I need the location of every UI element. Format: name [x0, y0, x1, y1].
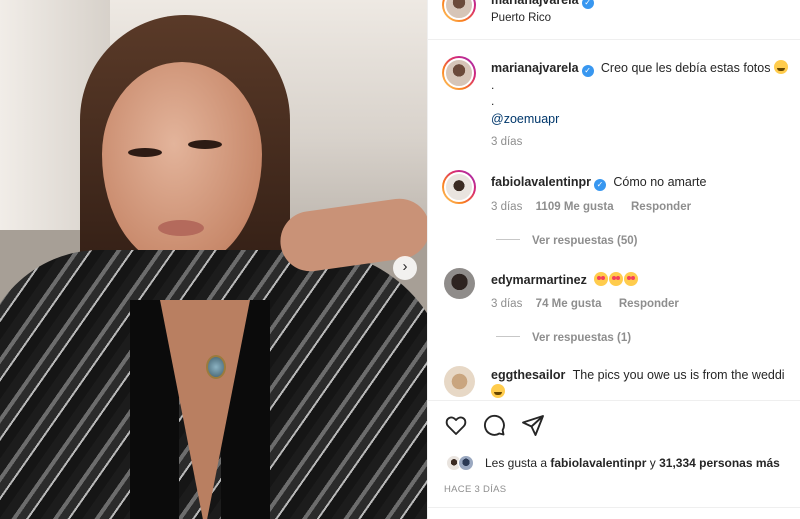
post-header: marianajvarela ✓ Puerto Rico [428, 0, 800, 40]
comment-line: fabiolavalentinpr ✓ Cómo no amarte [491, 175, 706, 191]
laughing-emoji-icon [491, 384, 506, 399]
verified-badge-icon: ✓ [594, 179, 607, 191]
reply-button[interactable]: Responder [631, 201, 691, 213]
posted-time[interactable]: HACE 3 DÍAS [444, 484, 506, 495]
likes-middle: y [649, 456, 656, 470]
likes-user[interactable]: fabiolavalentinpr [550, 456, 646, 470]
heart-eyes-emoji-icons [594, 272, 639, 287]
view-replies[interactable]: Ver respuestas (1) [496, 330, 631, 344]
photo-eye [188, 140, 222, 149]
caption-mention[interactable]: @zoemuapr [491, 112, 559, 126]
heart-eyes-emoji-icon [594, 272, 609, 286]
comment-username[interactable]: fabiolavalentinpr [491, 175, 591, 189]
caption-username[interactable]: marianajvarela [491, 61, 579, 75]
comment-line: eggthesailor The pics you owe us is from… [491, 368, 800, 382]
comment-meta: 3 días 1109 Me gusta Responder [491, 199, 691, 213]
comment-time[interactable]: 3 días [491, 298, 522, 310]
comment-avatar[interactable] [444, 268, 475, 299]
caption-text: Creo que les debía estas fotos [600, 61, 771, 75]
comment-avatar[interactable] [444, 366, 475, 397]
caption-dot: . [491, 94, 495, 108]
post-photo[interactable]: › [0, 0, 427, 519]
heart-eyes-emoji-icon [624, 272, 639, 286]
comment-username[interactable]: eggthesailor [491, 368, 565, 382]
owner-avatar[interactable] [442, 0, 476, 22]
comment-avatar[interactable] [442, 170, 476, 204]
view-replies[interactable]: Ver respuestas (50) [496, 233, 637, 247]
caption-dot: . [491, 78, 495, 92]
verified-badge-icon: ✓ [581, 0, 594, 9]
likes-count[interactable]: 31,334 personas más [659, 456, 780, 470]
comment-username[interactable]: edymarmartinez [491, 273, 587, 287]
comment-likes[interactable]: 1109 Me gusta [536, 201, 614, 213]
liker-avatar[interactable] [458, 455, 474, 471]
header-username[interactable]: marianajvarela [491, 0, 579, 7]
actions-divider [428, 400, 800, 401]
caption-line: marianajvarela ✓ Creo que les debía estas… [491, 60, 789, 77]
heart-icon[interactable] [444, 413, 468, 437]
comment-time[interactable]: 3 días [491, 201, 522, 213]
post-details-panel: marianajvarela ✓ Puerto Rico marianajvare… [427, 0, 800, 519]
comment-text: The pics you owe us is from the weddi [572, 368, 785, 382]
reply-line [496, 239, 520, 240]
footer-divider [428, 507, 800, 508]
comment-line: edymarmartinez [491, 272, 639, 287]
likes-prefix: Les gusta a [485, 456, 548, 470]
share-icon[interactable] [521, 413, 545, 437]
header-user[interactable]: marianajvarela ✓ [491, 0, 594, 9]
likes-summary: Les gusta a fabiolavalentinpr y 31,334 p… [485, 456, 780, 470]
reply-line [496, 336, 520, 337]
comment-icon[interactable] [482, 413, 506, 437]
heart-eyes-emoji-icon [609, 272, 624, 286]
photo-pendant [206, 355, 226, 379]
view-replies-label[interactable]: Ver respuestas (50) [532, 235, 637, 247]
chevron-right-icon[interactable]: › [393, 256, 417, 280]
comment-likes[interactable]: 74 Me gusta [536, 298, 602, 310]
view-replies-label[interactable]: Ver respuestas (1) [532, 332, 631, 344]
comment-meta: 3 días 74 Me gusta Responder [491, 296, 679, 310]
verified-badge-icon: ✓ [581, 65, 594, 77]
reply-button[interactable]: Responder [619, 298, 679, 310]
caption-time[interactable]: 3 días [491, 136, 522, 148]
photo-lips [158, 220, 204, 236]
comment-text: Cómo no amarte [613, 175, 707, 189]
header-location[interactable]: Puerto Rico [491, 12, 551, 24]
grin-emoji-icon [773, 60, 788, 74]
photo-eye [128, 148, 162, 157]
caption-avatar[interactable] [442, 56, 476, 90]
photo-neckline [160, 300, 250, 519]
